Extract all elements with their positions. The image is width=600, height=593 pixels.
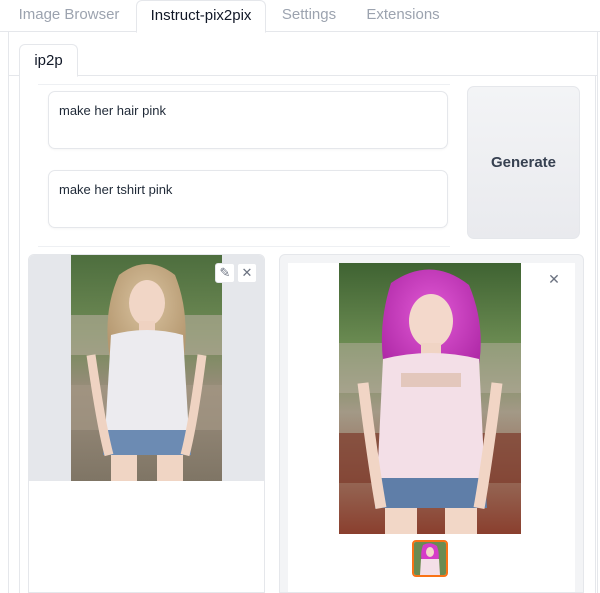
close-icon[interactable]: ✕ — [546, 271, 562, 287]
ip2p-panel: make her hair pink make her tshirt pink … — [19, 76, 596, 593]
tab-instruct-pix2pix[interactable]: Instruct-pix2pix — [136, 0, 266, 33]
prompt-group: make her hair pink make her tshirt pink — [38, 84, 450, 247]
tab-image-browser[interactable]: Image Browser — [10, 0, 128, 32]
instruct-pix2pix-panel: ip2p make her hair pink make her tshirt … — [8, 32, 598, 593]
input-image-area — [29, 255, 264, 481]
output-photo[interactable] — [339, 263, 521, 534]
instruction-input-1[interactable]: make her hair pink — [48, 91, 448, 149]
output-gallery-panel: ✕ — [279, 254, 584, 593]
tab-settings[interactable]: Settings — [270, 0, 348, 32]
input-image-panel[interactable]: ✎ ✕ — [28, 254, 265, 593]
output-thumbnail[interactable] — [412, 540, 448, 577]
tab-extensions[interactable]: Extensions — [356, 0, 450, 32]
instruction-input-2[interactable]: make her tshirt pink — [48, 170, 448, 228]
pencil-icon[interactable]: ✎ — [215, 263, 235, 283]
generate-button[interactable]: Generate — [467, 86, 580, 239]
output-gallery: ✕ — [288, 263, 575, 592]
input-photo — [71, 255, 222, 481]
main-tab-bar: Image Browser Instruct-pix2pix Settings … — [0, 0, 600, 33]
close-icon[interactable]: ✕ — [237, 263, 257, 283]
tab-ip2p[interactable]: ip2p — [19, 44, 78, 77]
